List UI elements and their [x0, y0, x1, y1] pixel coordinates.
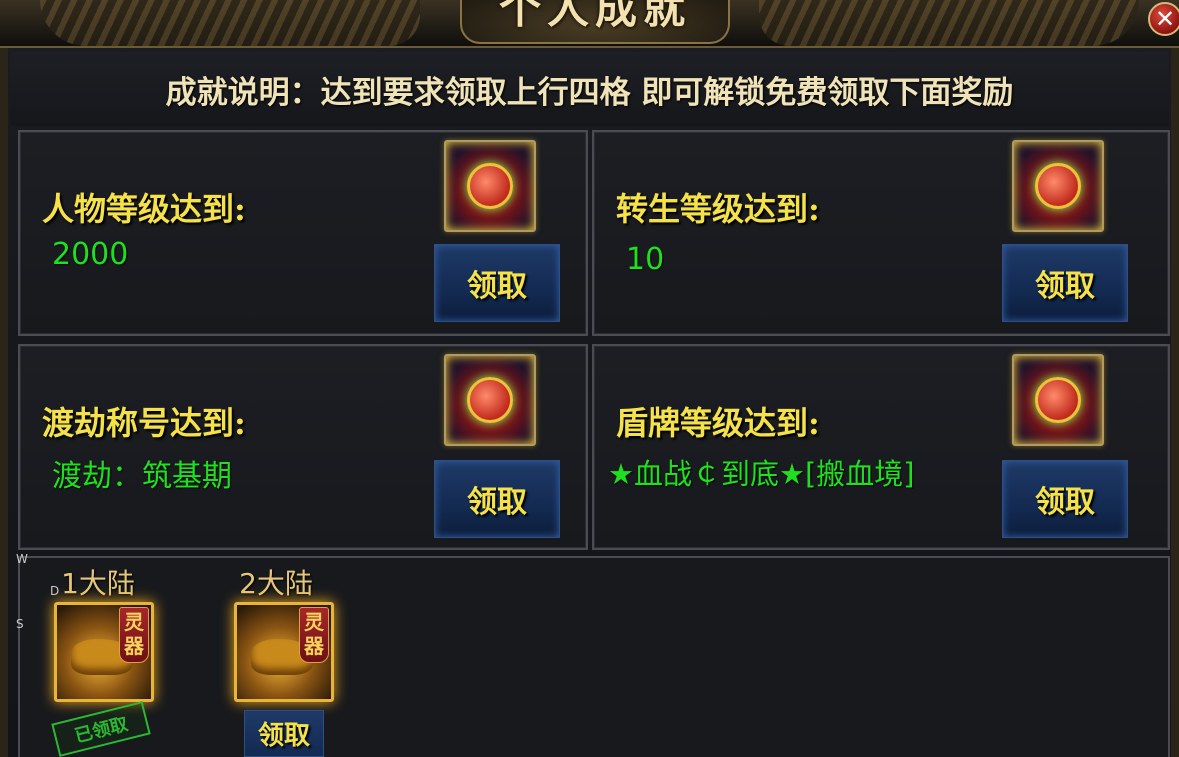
mount-reward-icon[interactable]: 灵器 [54, 602, 154, 702]
dragon-ornament-right [759, 0, 1139, 46]
achievement-card-level: 人物等级达到: 2000 领取 [18, 130, 588, 336]
claim-button[interactable]: 领取 [244, 710, 324, 757]
reward-bag-icon[interactable] [1012, 140, 1104, 232]
close-button[interactable]: ✕ [1148, 2, 1179, 36]
description-bar: 成就说明：达到要求领取上行四格 即可解锁免费领取下面奖励 [10, 52, 1169, 126]
continent-label: 2大陆 [239, 567, 313, 600]
achievement-requirement: ★血战￠到底★[搬血境] [608, 457, 915, 491]
spirit-artifact-tag: 灵器 [299, 607, 329, 663]
reward-bag-icon[interactable] [444, 140, 536, 232]
continent-rewards-panel [18, 556, 1170, 757]
achievement-requirement: 2000 [52, 237, 129, 272]
mount-reward-icon[interactable]: 灵器 [234, 602, 334, 702]
side-key-w: W [16, 552, 28, 566]
spirit-artifact-tag: 灵器 [119, 607, 149, 663]
continent-label: 1大陆 [61, 567, 135, 600]
continent-reward-1: 1大陆 [28, 562, 168, 602]
claim-button[interactable]: 领取 [434, 460, 560, 538]
claim-button[interactable]: 领取 [434, 244, 560, 322]
achievement-card-shield: 盾牌等级达到: ★血战￠到底★[搬血境] 领取 [592, 344, 1170, 550]
claim-button[interactable]: 领取 [1002, 244, 1128, 322]
achievement-title: 盾牌等级达到: [616, 404, 820, 442]
achievement-card-tribulation: 渡劫称号达到: 渡劫：筑基期 领取 [18, 344, 588, 550]
achievement-description: 成就说明：达到要求领取上行四格 即可解锁免费领取下面奖励 [165, 74, 1014, 111]
title-plate: 个人成就 [460, 0, 730, 44]
achievement-requirement: 渡劫：筑基期 [52, 459, 232, 494]
claim-button[interactable]: 领取 [1002, 460, 1128, 538]
close-icon: ✕ [1154, 5, 1176, 33]
reward-bag-icon[interactable] [1012, 354, 1104, 446]
achievement-title: 渡劫称号达到: [42, 404, 246, 442]
dragon-ornament-left [40, 0, 420, 46]
achievement-card-rebirth: 转生等级达到: 10 领取 [592, 130, 1170, 336]
achievement-requirement: 10 [626, 242, 665, 277]
window-title: 个人成就 [498, 0, 691, 33]
achievement-title: 转生等级达到: [616, 190, 820, 228]
side-key-s: S [16, 617, 24, 631]
reward-bag-icon[interactable] [444, 354, 536, 446]
achievement-title: 人物等级达到: [42, 190, 246, 228]
continent-reward-2: 2大陆 [206, 562, 346, 602]
